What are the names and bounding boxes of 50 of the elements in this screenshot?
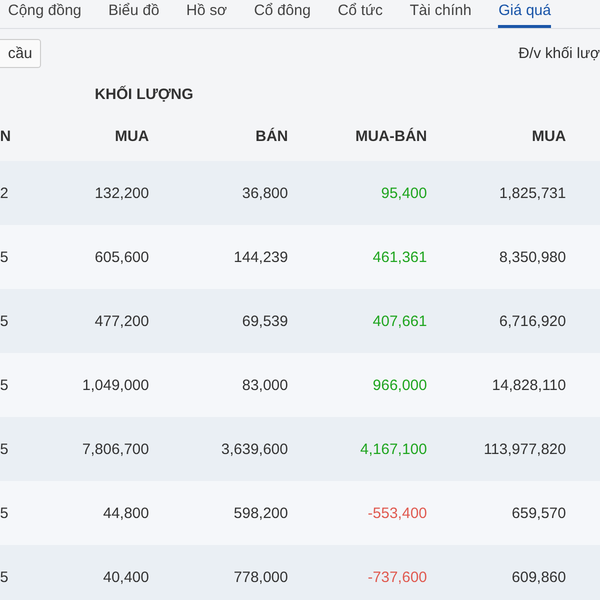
tab[interactable]: Cổ tức [338, 2, 383, 28]
table-cell-text: 5 [0, 440, 10, 458]
tab[interactable]: Biểu đồ [108, 2, 160, 28]
column-header: N [0, 128, 10, 144]
unit-note: Đ/v khối lượ [518, 44, 600, 62]
tab[interactable]: Tài chính [410, 2, 472, 28]
tab[interactable]: Cộng đồng [8, 2, 82, 28]
table-cell-text: 14,828,110 [491, 376, 566, 394]
column-header: MUA [530, 128, 566, 144]
table-cell-text: -553,400 [366, 504, 427, 522]
table-cell-text: 3,639,600 [220, 440, 288, 458]
table-cell-text: 6,716,920 [498, 312, 566, 330]
table-cell-text: 5 [0, 248, 10, 266]
table-cell-text: 966,000 [372, 376, 427, 394]
table-cell-text: 5 [0, 504, 10, 522]
table-cell-text: 461,361 [372, 248, 427, 266]
table-cell-text: 2 [0, 184, 10, 202]
tab[interactable]: Hồ sơ [186, 2, 227, 28]
table-cell-text: 144,239 [232, 248, 288, 266]
column-header: MUA [114, 128, 149, 144]
table-cell-text: 40,400 [102, 568, 149, 586]
table-cell-text: 659,570 [510, 504, 566, 522]
tab[interactable]: Giá quá [498, 2, 551, 28]
table-cell-text: 598,200 [232, 504, 288, 522]
table-cell-text: 5 [0, 376, 10, 394]
table-cell-text: 5 [0, 568, 10, 586]
table-cell-text: 4,167,100 [359, 440, 427, 458]
table-cell-text: 1,825,731 [498, 184, 566, 202]
filter-button[interactable]: cầu [0, 38, 42, 68]
table-cell-text: 95,400 [380, 184, 427, 202]
table-cell-text: 8,350,980 [498, 248, 566, 266]
table-cell-text: 778,000 [232, 568, 288, 586]
table-cell-text: 83,000 [241, 376, 288, 394]
table-cell-text: 113,977,820 [482, 440, 566, 458]
table-cell-text: 7,806,700 [81, 440, 149, 458]
table-cell-text: 44,800 [102, 504, 149, 522]
group-header: KHỐI LƯỢNG [94, 86, 194, 102]
table-cell-text: 36,800 [241, 184, 288, 202]
table-cell-text: 609,860 [510, 568, 566, 586]
table-cell-text: -737,600 [366, 568, 427, 586]
table-cell-text: 407,661 [372, 312, 427, 330]
table-cell-text: 132,200 [94, 184, 149, 202]
table-cell-text: 69,539 [241, 312, 288, 330]
table-cell-text: 1,049,000 [81, 376, 149, 394]
table-cell-text: 5 [0, 312, 10, 330]
column-header: MUA-BÁN [354, 128, 427, 144]
column-header: BÁN [254, 128, 288, 144]
table-cell-text: 605,600 [94, 248, 149, 266]
table-cell-text: 477,200 [94, 312, 149, 330]
tab[interactable]: Cổ đông [254, 2, 311, 28]
